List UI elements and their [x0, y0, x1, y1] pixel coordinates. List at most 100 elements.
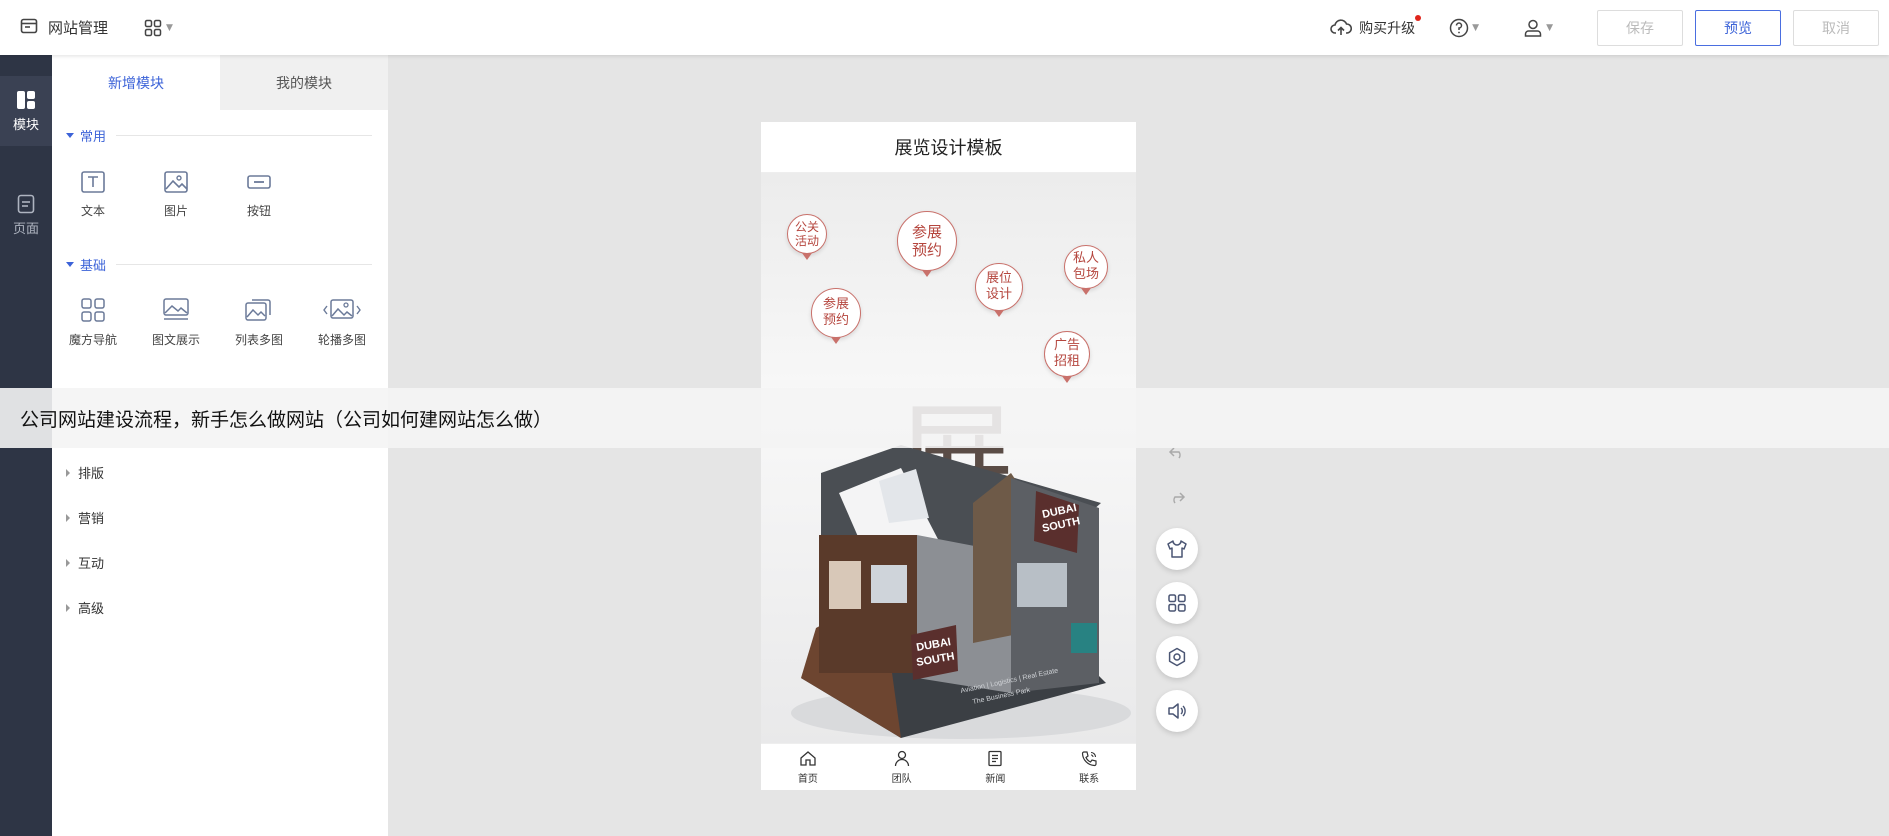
module-label: 魔方导航	[68, 333, 117, 347]
module-image-text[interactable]: 图文展示	[141, 297, 211, 348]
chevron-down-icon: ▼	[1472, 22, 1480, 33]
theme-button[interactable]	[1156, 528, 1198, 570]
module-cube-nav[interactable]: 魔方导航	[58, 297, 128, 348]
modules-icon	[17, 90, 35, 109]
nav-label-modules: 模块	[12, 117, 39, 133]
phone-nav-team[interactable]: 团队	[855, 744, 949, 790]
article-title-banner: 公司网站建设流程，新手怎么做网站（公司如何建网站怎么做）	[0, 388, 1889, 448]
caret-down-icon	[66, 262, 74, 267]
section-advanced[interactable]: 高级	[66, 598, 104, 617]
caret-right-icon	[66, 558, 70, 567]
module-label: 列表多图	[234, 333, 283, 347]
person-icon	[894, 750, 909, 766]
module-label: 文本	[80, 204, 105, 218]
phone-nav-label: 首页	[797, 773, 818, 785]
audio-button[interactable]	[1156, 690, 1198, 732]
module-label: 图文展示	[151, 333, 200, 347]
nav-item-pages[interactable]: 页面	[0, 180, 52, 250]
module-text[interactable]: 文本	[58, 170, 128, 219]
button-icon	[247, 175, 271, 189]
site-manage-title[interactable]: 网站管理	[48, 17, 108, 38]
cancel-button[interactable]: 取消	[1793, 9, 1879, 46]
nav-item-modules[interactable]: 模块	[0, 76, 52, 146]
top-bar-right: 购买升级 ▼ ▼ 保存 预览 取消	[1330, 0, 1889, 55]
section-title-common: 常用	[80, 130, 107, 145]
notification-dot	[1415, 14, 1422, 21]
exhibition-booth-illustration: DUBAI SOUTH DUBAI SOUTH Aviation | Logis…	[791, 445, 1131, 739]
caret-right-icon	[66, 468, 70, 477]
site-manage-icon[interactable]	[20, 17, 38, 39]
list-images-icon	[245, 299, 271, 321]
save-button[interactable]: 保存	[1597, 9, 1683, 46]
module-image[interactable]: 图片	[141, 170, 211, 219]
tab-my-modules[interactable]: 我的模块	[220, 55, 388, 110]
section-basic[interactable]: 基础	[66, 255, 372, 274]
speaker-icon	[1168, 703, 1186, 719]
carousel-icon	[323, 299, 361, 319]
layout-button[interactable]	[1156, 582, 1198, 624]
page-icon	[17, 194, 35, 213]
phone-nav-label: 新闻	[985, 773, 1006, 785]
gear-icon	[1168, 647, 1186, 667]
panel-tabs: 新增模块 我的模块	[52, 55, 388, 110]
section-title-layout: 排版	[78, 467, 105, 482]
section-title-interaction: 互动	[78, 557, 105, 572]
phone-nav-label: 团队	[891, 773, 912, 785]
settings-button[interactable]	[1156, 636, 1198, 678]
module-button[interactable]: 按钮	[224, 170, 294, 219]
hero-image[interactable]: 公关活动 参展预约 展位设计 私人包场 参展预约 广告招租 展 DUBAI SO…	[761, 173, 1136, 743]
text-icon	[81, 171, 105, 193]
section-title-basic: 基础	[80, 259, 107, 274]
phone-nav-label: 联系	[1079, 773, 1100, 785]
phone-nav-news[interactable]: 新闻	[949, 744, 1043, 790]
cloud-upload-icon	[1330, 18, 1353, 35]
section-common[interactable]: 常用	[66, 126, 372, 145]
cube-nav-icon	[81, 298, 105, 322]
image-icon	[164, 171, 188, 193]
phone-nav-contact[interactable]: 联系	[1042, 744, 1136, 790]
caret-right-icon	[66, 513, 70, 522]
help-dropdown[interactable]: ▼	[1449, 18, 1479, 38]
section-title-advanced: 高级	[78, 602, 105, 617]
chevron-down-icon: ▼	[1546, 22, 1553, 33]
module-list-images[interactable]: 列表多图	[224, 297, 294, 348]
section-marketing[interactable]: 营销	[66, 508, 104, 527]
grid-icon	[1168, 594, 1186, 612]
divider	[116, 135, 372, 136]
section-title-marketing: 营销	[78, 512, 105, 527]
image-text-icon	[163, 298, 189, 320]
phone-bottom-nav: 首页 团队 新闻 联系	[761, 743, 1136, 790]
phone-icon	[1082, 750, 1097, 766]
phone-preview[interactable]: 展览设计模板 公关活动 参展预约 展位设计 私人包场 参展预约 广告招租 展 D…	[761, 122, 1136, 790]
tab-new-modules[interactable]: 新增模块	[52, 55, 220, 110]
shirt-icon	[1167, 540, 1187, 558]
user-dropdown[interactable]: ▼	[1523, 18, 1553, 38]
help-icon	[1449, 18, 1469, 37]
phone-nav-home[interactable]: 首页	[761, 744, 855, 790]
upgrade-button[interactable]: 购买升级	[1330, 14, 1422, 38]
home-icon	[800, 750, 816, 766]
redo-icon	[1173, 492, 1186, 504]
module-label: 图片	[163, 204, 188, 218]
top-bar: 网站管理 ▼ 购买升级 ▼ ▼ 保存 预览 取消	[0, 0, 1889, 55]
caret-right-icon	[66, 603, 70, 612]
top-bar-left: 网站管理 ▼	[20, 0, 173, 55]
chevron-down-icon: ▼	[166, 22, 173, 33]
divider	[116, 264, 372, 265]
document-icon	[988, 750, 1003, 766]
apps-grid-icon	[144, 19, 162, 36]
module-carousel[interactable]: 轮播多图	[307, 297, 377, 348]
article-title: 公司网站建设流程，新手怎么做网站（公司如何建网站怎么做）	[20, 408, 553, 431]
preview-button[interactable]: 预览	[1695, 9, 1781, 46]
section-layout[interactable]: 排版	[66, 463, 104, 482]
nav-label-pages: 页面	[12, 221, 39, 237]
upgrade-label: 购买升级	[1359, 20, 1416, 37]
user-icon	[1524, 19, 1542, 37]
module-label: 按钮	[246, 204, 271, 218]
module-label: 轮播多图	[317, 333, 366, 347]
redo-button[interactable]	[1168, 488, 1186, 506]
apps-dropdown[interactable]: ▼	[144, 19, 173, 37]
caret-down-icon	[66, 133, 74, 138]
phone-page-title[interactable]: 展览设计模板	[761, 122, 1136, 173]
section-interaction[interactable]: 互动	[66, 553, 104, 572]
